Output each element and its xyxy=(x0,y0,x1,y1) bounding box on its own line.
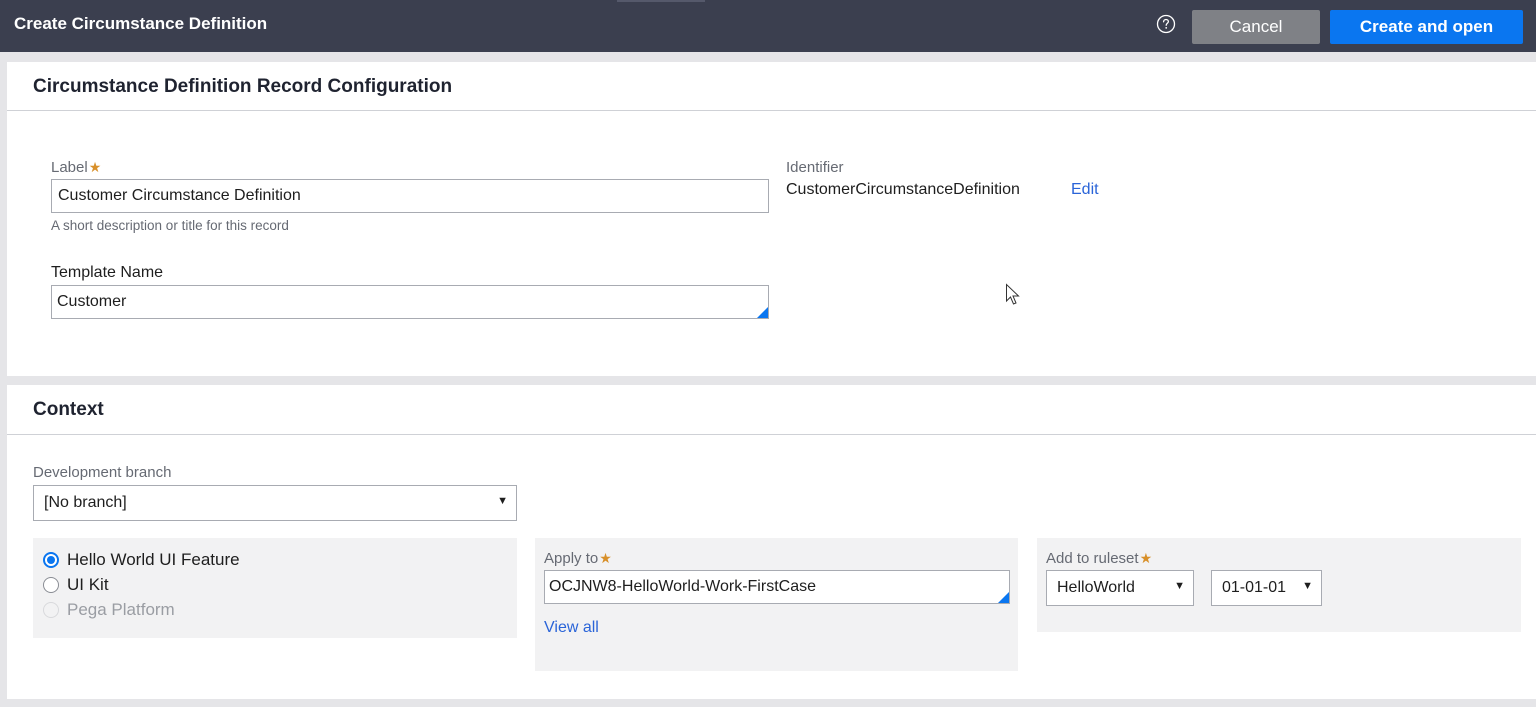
label-field-label: Label★ xyxy=(51,159,102,176)
ruleset-version-value: 01-01-01 xyxy=(1222,579,1287,596)
development-branch-value: [No branch] xyxy=(44,494,127,511)
apply-to-label: Apply to★ xyxy=(544,550,612,567)
dropdown-arrow-icon: ▼ xyxy=(497,495,508,507)
mouse-cursor-icon xyxy=(1006,283,1020,305)
tab-indicator xyxy=(617,0,705,2)
required-star-icon: ★ xyxy=(88,159,102,175)
section-heading: Circumstance Definition Record Configura… xyxy=(33,76,453,97)
dropdown-arrow-icon: ▼ xyxy=(1174,580,1185,592)
ruleset-select[interactable]: HelloWorld ▼ xyxy=(1046,570,1194,606)
create-and-open-button[interactable]: Create and open xyxy=(1330,10,1523,44)
required-star-icon: ★ xyxy=(1139,550,1153,566)
ruleset-value: HelloWorld xyxy=(1057,579,1135,596)
autocomplete-corner-icon xyxy=(998,592,1009,603)
layer-radio-group: Hello World UI Feature UI Kit Pega Platf… xyxy=(33,538,517,638)
autocomplete-corner-icon xyxy=(757,307,768,318)
modal-title: Create Circumstance Definition xyxy=(14,14,268,33)
ruleset-version-select[interactable]: 01-01-01 ▼ xyxy=(1211,570,1322,606)
radio-unchecked-icon[interactable] xyxy=(43,577,59,593)
add-to-ruleset-label: Add to ruleset★ xyxy=(1046,550,1153,567)
template-name-label: Template Name xyxy=(51,264,164,281)
layer-option-label: UI Kit xyxy=(67,575,109,594)
apply-to-group: Apply to★ OCJNW8-HelloWorld-Work-FirstCa… xyxy=(535,538,1018,671)
identifier-edit-link[interactable]: Edit xyxy=(1071,181,1099,199)
layer-option-label: Pega Platform xyxy=(67,600,175,619)
section-header: Circumstance Definition Record Configura… xyxy=(7,62,1536,111)
development-branch-select[interactable]: [No branch] ▼ xyxy=(33,485,517,521)
context-section: Context Development branch [No branch] ▼… xyxy=(7,385,1536,699)
modal-header: Create Circumstance Definition Cancel Cr… xyxy=(0,0,1536,52)
template-name-input[interactable]: Customer xyxy=(51,285,769,319)
section-header: Context xyxy=(7,385,1536,435)
identifier-value: CustomerCircumstanceDefinition xyxy=(786,181,1020,198)
identifier-label: Identifier xyxy=(786,159,844,176)
ruleset-group: Add to ruleset★ HelloWorld ▼ 01-01-01 ▼ xyxy=(1037,538,1521,632)
label-help-text: A short description or title for this re… xyxy=(51,218,289,233)
radio-disabled-icon xyxy=(43,602,59,618)
apply-to-value: OCJNW8-HelloWorld-Work-FirstCase xyxy=(549,578,816,595)
label-input[interactable] xyxy=(51,179,769,213)
radio-checked-icon[interactable] xyxy=(43,552,59,568)
layer-option-label: Hello World UI Feature xyxy=(67,550,240,569)
template-name-value: Customer xyxy=(57,293,127,310)
section-heading: Context xyxy=(33,399,104,420)
development-branch-label: Development branch xyxy=(33,464,172,481)
apply-to-input[interactable]: OCJNW8-HelloWorld-Work-FirstCase xyxy=(544,570,1010,604)
question-circle-icon[interactable] xyxy=(1156,14,1176,34)
dropdown-arrow-icon: ▼ xyxy=(1302,580,1313,592)
required-star-icon: ★ xyxy=(599,550,612,566)
view-all-link[interactable]: View all xyxy=(544,619,599,637)
cancel-button[interactable]: Cancel xyxy=(1192,10,1320,44)
record-configuration-section: Circumstance Definition Record Configura… xyxy=(7,62,1536,376)
